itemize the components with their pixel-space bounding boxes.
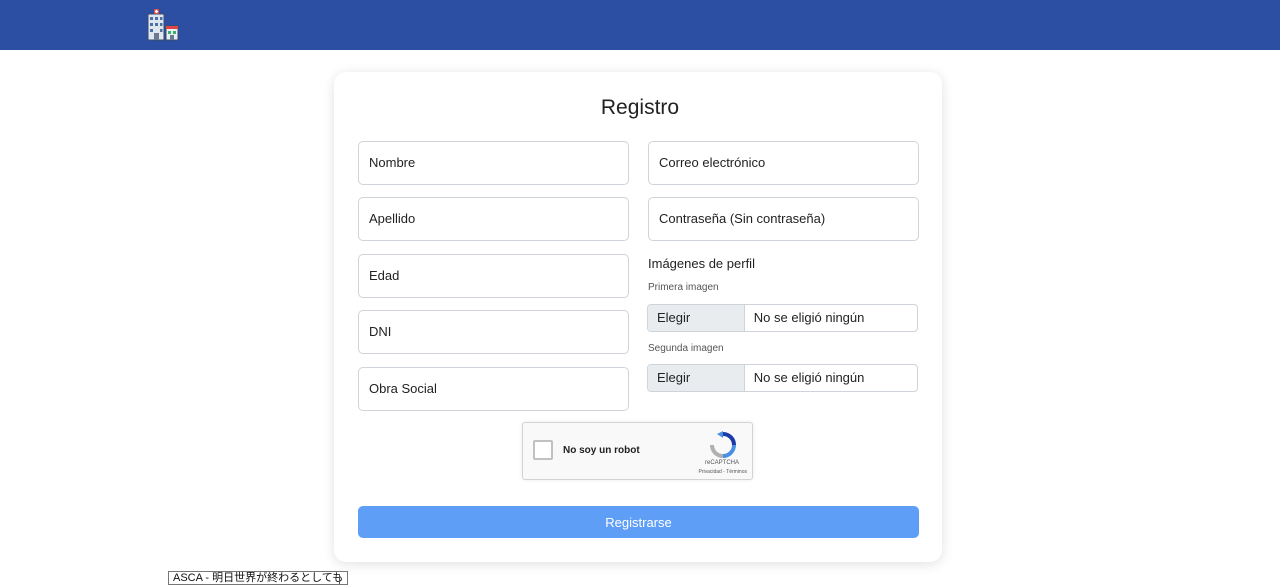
profile-images-label: Imágenes de perfil — [648, 256, 755, 271]
top-navbar — [0, 0, 1280, 50]
first-image-status: No se eligió ningún archivo — [753, 310, 865, 325]
page-title: Registro — [600, 96, 680, 119]
recaptcha-links[interactable]: Privacidad - Términos — [681, 469, 747, 475]
nombre-input[interactable]: Nombre — [358, 141, 629, 185]
taskbar-divider — [339, 574, 340, 584]
recaptcha-logo-icon — [710, 431, 736, 458]
taskbar-media-item[interactable]: ASCA - 明日世界が終わるとしても — [168, 571, 349, 585]
email-input[interactable]: Correo electrónico — [648, 141, 919, 185]
recaptcha-brand: reCAPTCHA — [704, 460, 739, 466]
password-input[interactable]: Contraseña (Sin contraseña) — [648, 197, 919, 241]
first-image-choose-button[interactable]: Elegir archivo — [648, 305, 745, 331]
first-image-file-input[interactable]: Elegir archivo No se eligió ningún archi… — [647, 304, 918, 332]
second-image-file-input[interactable]: Elegir archivo No se eligió ningún archi… — [647, 364, 918, 392]
obra-social-input[interactable]: Obra Social — [358, 367, 629, 411]
apellido-input[interactable]: Apellido — [358, 197, 629, 241]
second-image-label: Segunda imagen — [648, 343, 724, 354]
register-button[interactable]: Registrarse — [358, 506, 919, 538]
second-image-status: No se eligió ningún archivo — [753, 370, 865, 385]
recaptcha-widget: No soy un robot reCAPTCHA Privacidad - T… — [522, 422, 753, 480]
hospital-logo-icon[interactable] — [146, 8, 180, 42]
edad-input[interactable]: Edad — [358, 254, 629, 298]
dni-input[interactable]: DNI — [358, 310, 629, 354]
recaptcha-checkbox[interactable] — [533, 440, 553, 460]
second-image-choose-button[interactable]: Elegir archivo — [648, 365, 745, 391]
recaptcha-label: No soy un robot — [563, 445, 640, 456]
first-image-label: Primera imagen — [648, 282, 719, 293]
